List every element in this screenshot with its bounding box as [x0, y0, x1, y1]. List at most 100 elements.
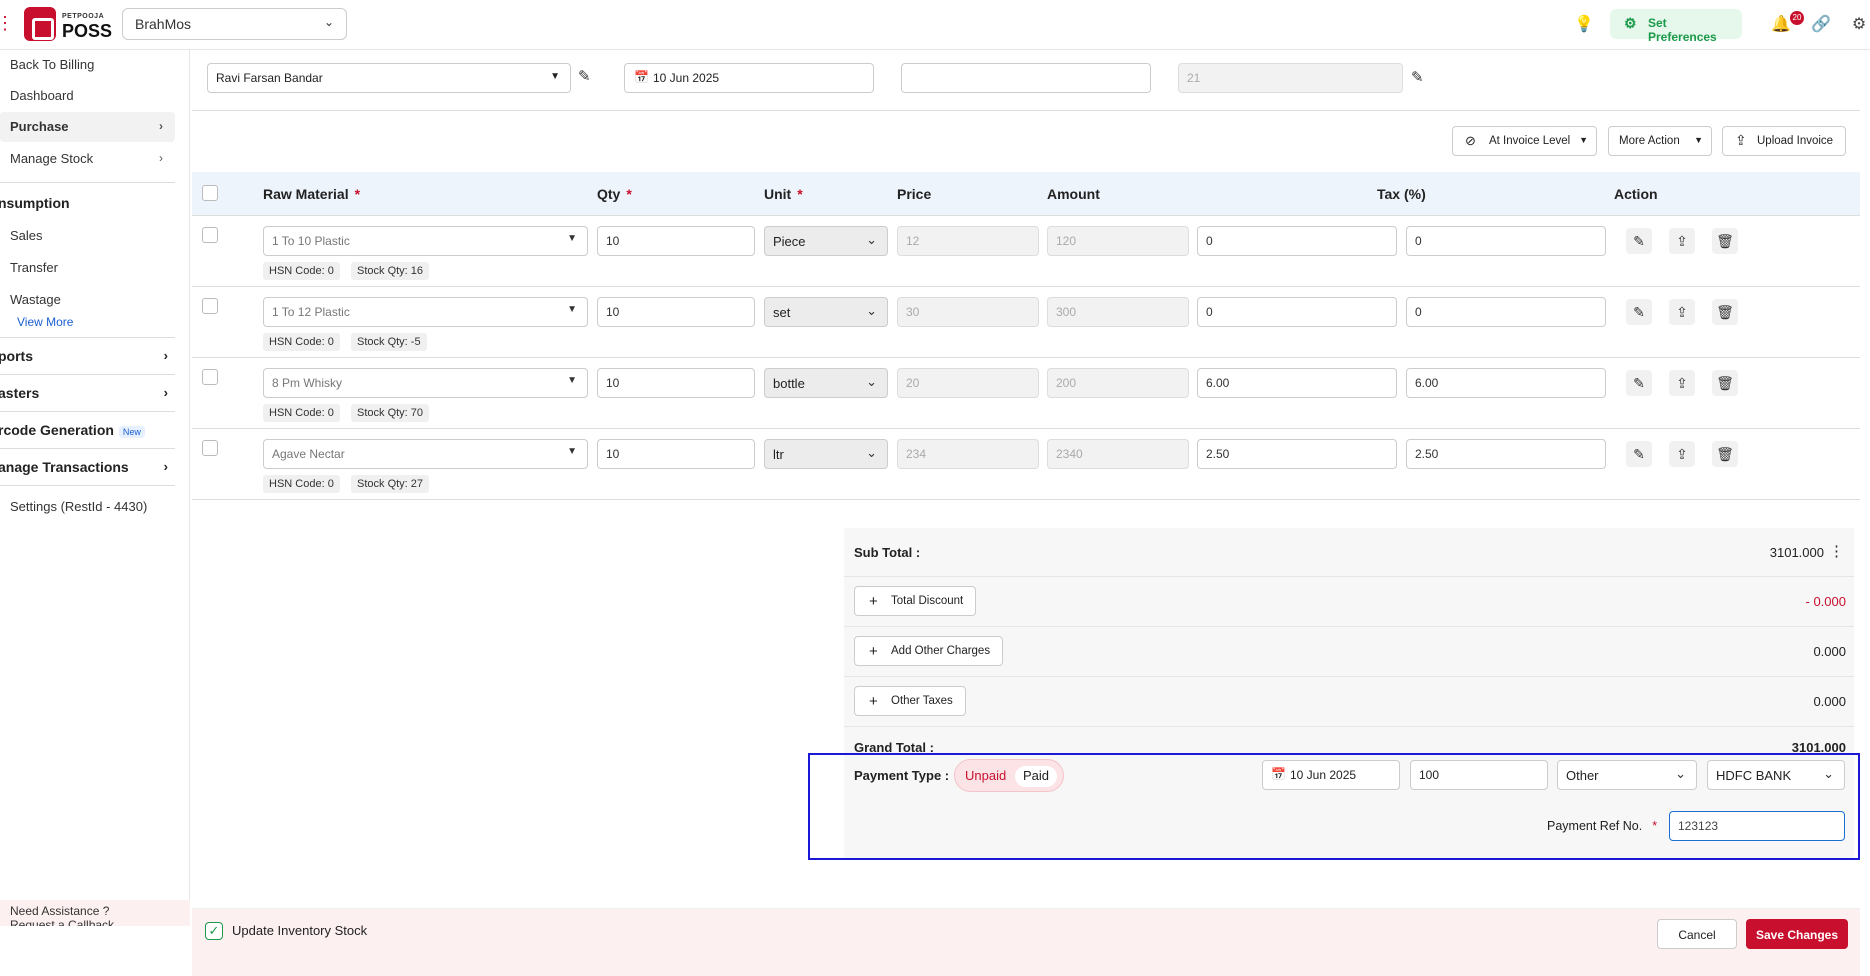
bell-icon[interactable]: 🔔 — [1770, 14, 1792, 36]
qty-value: 10 — [606, 376, 620, 390]
raw-material-select[interactable]: Agave Nectar ▼ — [263, 439, 588, 469]
unit-select[interactable]: set ⌄ — [764, 297, 888, 327]
sidebar-item-manage-stock[interactable]: Manage Stock › — [0, 144, 175, 174]
lightbulb-icon[interactable]: 💡 — [1573, 14, 1595, 36]
hsn-tag: HSN Code: 0 — [263, 404, 340, 422]
unit-select[interactable]: ltr ⌄ — [764, 439, 888, 469]
logo[interactable]: PETPOOJA POSS — [24, 7, 112, 41]
raw-material-select[interactable]: 8 Pm Whisky ▼ — [263, 368, 588, 398]
edit-row-icon[interactable]: ✎ — [1626, 228, 1652, 254]
edit-row-icon[interactable]: ✎ — [1626, 441, 1652, 467]
header-unit: Unit * — [764, 186, 803, 202]
set-preferences-button[interactable]: ⚙ Set Preferences — [1610, 9, 1742, 44]
qty-input[interactable]: 10 — [597, 368, 755, 398]
row-checkbox[interactable] — [202, 369, 218, 385]
gear-icon[interactable]: ⚙ — [1848, 14, 1870, 36]
sidebar-item-back-to-billing[interactable]: Back To Billing — [0, 50, 175, 80]
section-manage-transactions[interactable]: anage Transactions › — [0, 453, 168, 483]
sidebar-item-purchase[interactable]: Purchase › — [0, 112, 175, 142]
tax-input[interactable]: 2.50 — [1197, 439, 1397, 469]
upload-invoice-button[interactable]: ⇪ Upload Invoice — [1722, 126, 1846, 156]
select-all-checkbox[interactable] — [202, 185, 218, 201]
delete-icon[interactable]: 🗑 — [1712, 370, 1738, 396]
row-checkbox[interactable] — [202, 227, 218, 243]
tax-amount-value: 2.50 — [1415, 447, 1439, 461]
edit-po-icon[interactable]: ✎ — [1411, 68, 1424, 86]
section-masters[interactable]: asters › — [0, 379, 168, 409]
section-label: anage Transactions — [0, 459, 129, 475]
price-value: 12 — [906, 234, 920, 248]
sidebar-item-transfer[interactable]: Transfer — [0, 253, 175, 283]
section-barcode-generation[interactable]: rcode Generation New — [0, 416, 168, 446]
upload-icon[interactable]: ⇪ — [1669, 441, 1695, 467]
row-checkbox[interactable] — [202, 440, 218, 456]
menu-icon[interactable]: ⋮ — [0, 14, 14, 32]
upload-icon[interactable]: ⇪ — [1669, 370, 1695, 396]
section-reports[interactable]: ports › — [0, 342, 168, 372]
unit-select[interactable]: bottle ⌄ — [764, 368, 888, 398]
tax-amount-input[interactable]: 0 — [1406, 297, 1606, 327]
sidebar-item-label: Sales — [10, 228, 43, 243]
upload-icon[interactable]: ⇪ — [1669, 228, 1695, 254]
raw-material-select[interactable]: 1 To 12 Plastic ▼ — [263, 297, 588, 327]
invoice-number-field[interactable] — [901, 63, 1151, 93]
sidebar-item-wastage[interactable]: Wastage — [0, 285, 175, 315]
caret-down-icon: ▼ — [1694, 135, 1703, 145]
unit-select[interactable]: Piece ⌄ — [764, 226, 888, 256]
view-more-link[interactable]: View More — [17, 315, 73, 329]
chevron-down-icon: ⌄ — [866, 303, 877, 318]
more-vertical-icon[interactable]: ⋮ — [1829, 542, 1844, 560]
invoice-date-field[interactable]: 📅 10 Jun 2025 — [624, 63, 874, 93]
qty-input[interactable]: 10 — [597, 226, 755, 256]
cancel-button[interactable]: Cancel — [1657, 919, 1737, 949]
raw-material-select[interactable]: 1 To 10 Plastic ▼ — [263, 226, 588, 256]
save-changes-button[interactable]: Save Changes — [1746, 919, 1848, 949]
qty-input[interactable]: 10 — [597, 439, 755, 469]
sidebar-item-label: Transfer — [10, 260, 58, 275]
upload-icon[interactable]: ⇪ — [1669, 299, 1695, 325]
chevron-right-icon: › — [163, 348, 168, 363]
qty-input[interactable]: 10 — [597, 297, 755, 327]
row-checkbox[interactable] — [202, 298, 218, 314]
edit-row-icon[interactable]: ✎ — [1626, 370, 1652, 396]
edit-supplier-icon[interactable]: ✎ — [578, 67, 591, 85]
unit-value: ltr — [773, 447, 784, 462]
table-row: 1 To 10 Plastic ▼ HSN Code: 0 Stock Qty: … — [192, 216, 1860, 287]
tax-input[interactable]: 6.00 — [1197, 368, 1397, 398]
tax-amount-value: 0 — [1415, 234, 1422, 248]
update-inventory-checkbox[interactable]: ✓ — [205, 922, 223, 940]
delete-icon[interactable]: 🗑 — [1712, 228, 1738, 254]
edit-row-icon[interactable]: ✎ — [1626, 299, 1652, 325]
tax-input[interactable]: 0 — [1197, 226, 1397, 256]
delete-icon[interactable]: 🗑 — [1712, 299, 1738, 325]
stock-tag: Stock Qty: -5 — [351, 333, 427, 351]
tax-amount-input[interactable]: 2.50 — [1406, 439, 1606, 469]
price-value: 20 — [906, 376, 920, 390]
tax-amount-input[interactable]: 0 — [1406, 226, 1606, 256]
at-invoice-level-button[interactable]: ⊘ At Invoice Level ▼ — [1452, 126, 1597, 156]
total-discount-button[interactable]: + Total Discount — [854, 586, 977, 616]
callback-link[interactable]: Request a Callback — [10, 918, 114, 926]
delete-icon[interactable]: 🗑 — [1712, 441, 1738, 467]
price-field: 30 — [897, 297, 1039, 327]
assistance-box[interactable]: Need Assistance ? Request a Callback — [0, 900, 190, 926]
chevron-down-icon: ⌄ — [866, 445, 877, 460]
stock-tag: Stock Qty: 70 — [351, 404, 430, 422]
add-other-charges-button[interactable]: + Add Other Charges — [854, 636, 1004, 666]
link-icon[interactable]: 🔗 — [1810, 14, 1832, 36]
chevron-right-icon: › — [163, 385, 168, 400]
other-taxes-button[interactable]: + Other Taxes — [854, 686, 966, 716]
sidebar-item-label: Dashboard — [10, 88, 74, 103]
more-action-button[interactable]: More Action ▼ — [1608, 126, 1712, 156]
tax-input[interactable]: 0 — [1197, 297, 1397, 327]
sidebar-item-dashboard[interactable]: Dashboard — [0, 81, 175, 111]
sidebar-item-sales[interactable]: Sales — [0, 221, 175, 251]
tax-amount-value: 6.00 — [1415, 376, 1439, 390]
chevron-down-icon: ⌄ — [866, 374, 877, 389]
supplier-select[interactable]: Ravi Farsan Bandar ▼ — [207, 63, 571, 93]
outlet-select[interactable]: BrahMos ⌄ — [122, 8, 347, 40]
sub-total-row: Sub Total : 3101.000 ⋮ — [844, 528, 1854, 577]
divider — [0, 411, 175, 412]
sidebar-item-settings[interactable]: Settings (RestId - 4430) — [0, 492, 175, 522]
tax-amount-input[interactable]: 6.00 — [1406, 368, 1606, 398]
